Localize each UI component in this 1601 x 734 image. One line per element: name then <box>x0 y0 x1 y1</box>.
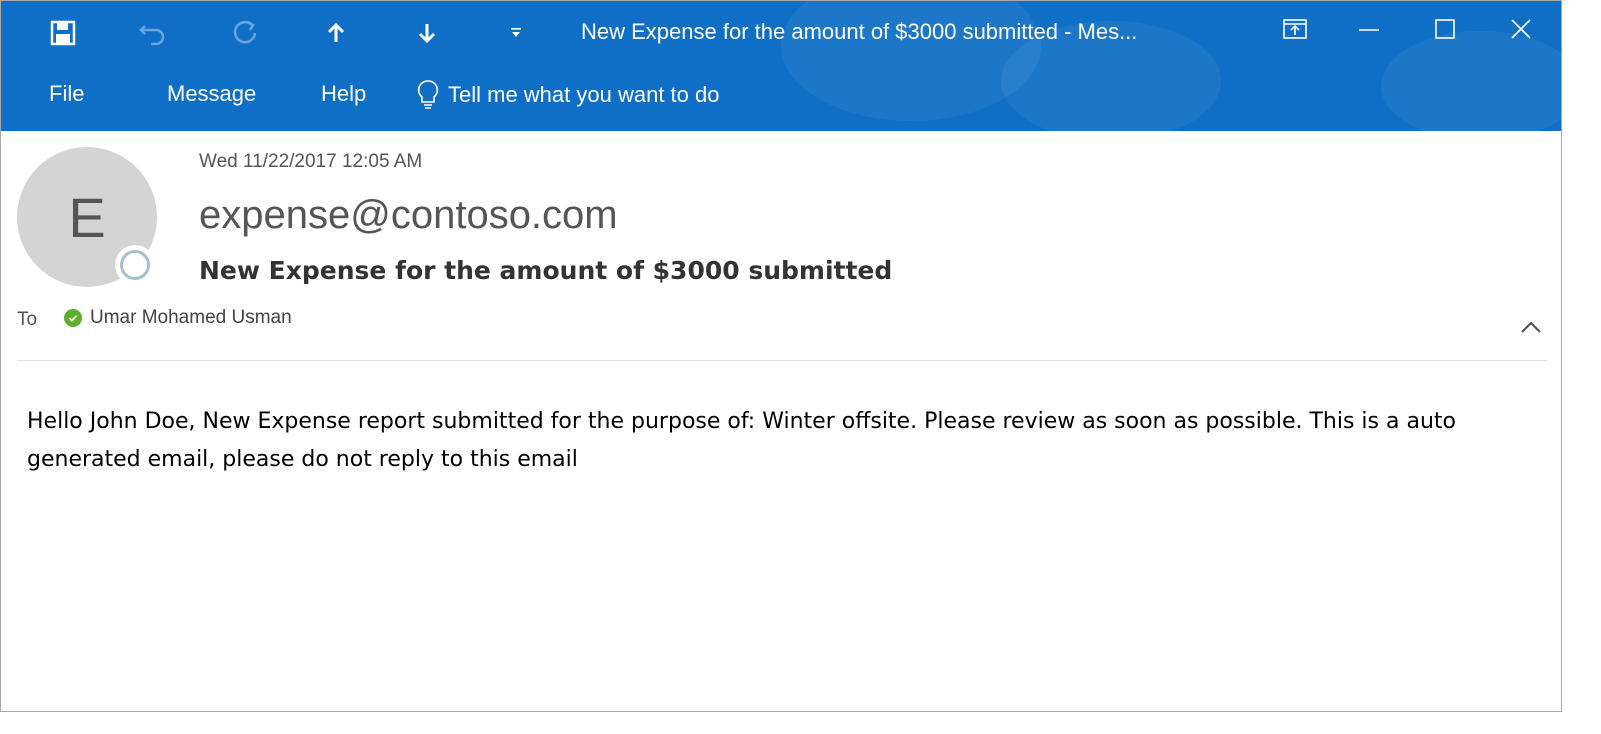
title-bar: New Expense for the amount of $3000 subm… <box>1 1 1561 131</box>
undo-button[interactable] <box>135 15 171 51</box>
menu-help[interactable]: Help <box>321 81 366 107</box>
save-button[interactable] <box>45 15 81 51</box>
recipient-name: Umar Mohamed Usman <box>90 307 292 328</box>
next-item-button[interactable] <box>409 15 445 51</box>
to-label: To <box>17 309 38 330</box>
menu-message[interactable]: Message <box>167 81 256 107</box>
ribbon-display-options-button[interactable] <box>1273 11 1317 47</box>
menu-file[interactable]: File <box>49 81 84 107</box>
restore-ribbon-icon <box>1283 19 1307 39</box>
window-title: New Expense for the amount of $3000 subm… <box>581 19 1138 44</box>
available-check-icon <box>64 309 82 327</box>
recipient[interactable]: Umar Mohamed Usman <box>64 307 292 329</box>
minimize-icon <box>1359 29 1379 31</box>
previous-item-button[interactable] <box>318 15 354 51</box>
next-item-icon <box>418 24 436 44</box>
customize-toolbar-icon <box>511 28 521 37</box>
chevron-up-icon <box>1521 321 1541 333</box>
close-button[interactable] <box>1499 11 1543 47</box>
redo-icon <box>233 20 257 44</box>
tell-me-label: Tell me what you want to do <box>448 82 720 107</box>
collapse-header-button[interactable] <box>1516 315 1546 339</box>
lightbulb-icon <box>417 80 439 109</box>
maximize-icon <box>1435 19 1455 39</box>
presence-status-indicator <box>115 245 155 285</box>
maximize-button[interactable] <box>1423 11 1467 47</box>
customize-toolbar-button[interactable] <box>498 15 534 51</box>
message-body: Hello John Doe, New Expense report submi… <box>27 409 1456 472</box>
save-icon <box>50 20 76 46</box>
message-window: New Expense for the amount of $3000 subm… <box>0 0 1562 712</box>
tell-me-search[interactable]: Tell me what you want to do <box>416 79 719 111</box>
sender-address[interactable]: expense@contoso.com <box>199 193 618 238</box>
header-divider <box>17 360 1547 361</box>
redo-button[interactable] <box>227 15 263 51</box>
minimize-button[interactable] <box>1347 11 1391 47</box>
undo-icon <box>139 25 165 46</box>
presence-ring-icon <box>120 250 150 280</box>
message-date: Wed 11/22/2017 12:05 AM <box>199 151 423 172</box>
avatar-initial: E <box>68 185 106 249</box>
message-subject: New Expense for the amount of $3000 subm… <box>199 256 893 285</box>
close-icon <box>1511 19 1531 39</box>
previous-item-icon <box>327 22 345 42</box>
